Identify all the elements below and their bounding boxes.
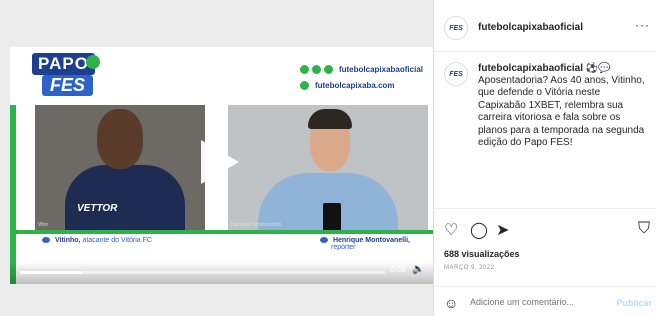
host-role: repórter [331, 244, 356, 251]
volume-icon[interactable]: 🔈 [412, 264, 424, 275]
chat-bubble-icon [320, 237, 328, 244]
publish-button[interactable]: Publicar [616, 298, 652, 308]
video-time: 0:09 [390, 265, 406, 274]
microphone [323, 203, 341, 230]
host-caption: Henrique Montovanelli, repórter [320, 237, 410, 251]
avatar[interactable]: FES [444, 16, 468, 40]
guest-camera-label: Vitor [38, 222, 49, 228]
views-count: 688 visualizações [444, 249, 520, 259]
social-handle: futebolcapixabaoficial [338, 64, 423, 74]
guest-role: atacante do Vitória FC [82, 237, 152, 244]
play-icon[interactable] [201, 140, 239, 184]
caption-username[interactable]: futebolcapixabaoficial ⚽💬 [478, 63, 611, 74]
post-username[interactable]: futebolcapixabaoficial [478, 22, 583, 33]
guest-camera: VETTOR Vitor [35, 105, 205, 230]
globe-icon [299, 80, 309, 90]
social-links: futebolcapixabaoficial futebolcapixaba.c… [299, 61, 423, 93]
comment-icon[interactable]: ◯ [470, 220, 488, 240]
chat-bubble-icon [42, 237, 50, 244]
comment-input[interactable] [470, 297, 610, 307]
caption-text: Aposentadoria? Aos 40 anos, Vitinho, que… [478, 75, 645, 149]
post-header: FES futebolcapixabaoficial ··· [434, 0, 657, 52]
share-icon[interactable]: ➤ [496, 220, 509, 240]
shirt-text: VETTOR [77, 203, 118, 214]
host-camera: Henrique Montovanelli [228, 105, 428, 230]
soccer-ball-icon [86, 55, 100, 69]
host-hair [308, 109, 352, 129]
more-options-icon[interactable]: ··· [635, 18, 650, 32]
video-header: PAPO FES futebolcapixabaoficial futebolc… [10, 47, 433, 105]
papo-fes-logo: PAPO FES [32, 53, 102, 101]
progress-bar[interactable] [20, 271, 385, 274]
guest-body [65, 165, 185, 230]
caption-divider [10, 230, 433, 234]
comment-row: ☺ Publicar [434, 286, 657, 316]
host-name: Henrique Montovanelli, [332, 237, 410, 244]
guest-caption: Vitinho, atacante do Vitória FC [42, 237, 152, 244]
caption-username-text[interactable]: futebolcapixabaoficial [478, 63, 583, 74]
video-controls: 0:09 🔈 [10, 262, 433, 284]
facebook-icon [311, 64, 321, 74]
caption-emoji: ⚽💬 [585, 63, 611, 74]
emoji-icon[interactable]: ☺ [444, 295, 458, 311]
guest-head [97, 109, 143, 169]
like-icon[interactable]: ♡ [444, 220, 458, 240]
logo-bottom-text: FES [42, 75, 94, 96]
action-bar: ♡ ◯ ➤ ⛉ [434, 208, 657, 248]
guest-name: Vitinho, [54, 237, 81, 244]
caption-avatar[interactable]: FES [444, 62, 468, 86]
website-text: futebolcapixaba.com [314, 80, 395, 90]
bookmark-icon[interactable]: ⛉ [638, 220, 650, 238]
video-area: PAPO FES futebolcapixabaoficial futebolc… [0, 0, 433, 316]
post-panel: FES futebolcapixabaoficial ··· FES futeb… [433, 0, 657, 316]
whatsapp-icon [299, 64, 309, 74]
progress-fill [20, 271, 83, 274]
host-camera-label: Henrique Montovanelli [231, 222, 281, 228]
instagram-icon [323, 64, 333, 74]
post-date: MARÇO 9, 2022 [444, 265, 495, 271]
